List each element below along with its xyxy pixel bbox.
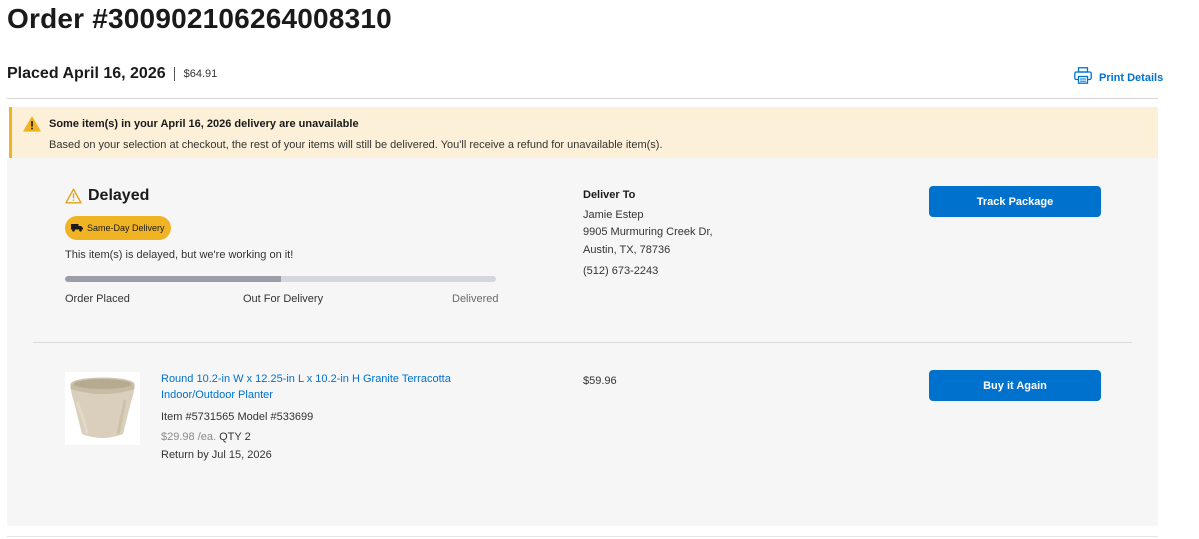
step-order-placed: Order Placed	[65, 293, 130, 305]
buy-it-again-button[interactable]: Buy it Again	[929, 370, 1101, 401]
progress-fill	[65, 276, 281, 282]
recipient-phone: (512) 673-2243	[583, 265, 659, 277]
recipient-name: Jamie Estep	[583, 209, 644, 221]
banner-title: Some item(s) in your April 16, 2026 deli…	[49, 118, 359, 130]
shipment-status: Delayed	[88, 187, 150, 204]
footer-divider	[7, 536, 1158, 537]
header-divider	[7, 98, 1158, 99]
print-details-label: Print Details	[1099, 72, 1164, 84]
printer-icon	[1074, 67, 1099, 89]
item-divider	[33, 342, 1132, 343]
unit-price: $29.98 /ea.	[161, 431, 217, 443]
badge-label: Same-Day Delivery	[87, 223, 165, 233]
product-ids: Item #5731565 Model #533699	[161, 411, 314, 423]
planter-image[interactable]	[65, 372, 140, 445]
address-street: 9905 Murmuring Creek Dr,	[583, 226, 713, 238]
unavailable-items-banner: Some item(s) in your April 16, 2026 deli…	[9, 107, 1158, 158]
order-title: Order #300902106264008310	[7, 3, 392, 34]
line-total: $59.96	[583, 375, 617, 387]
order-summary: Placed April 16, 2026 $64.91	[7, 65, 217, 83]
placed-date: Placed April 16, 2026	[7, 65, 166, 82]
step-out-for-delivery: Out For Delivery	[243, 293, 324, 305]
truck-icon	[71, 219, 87, 237]
shipment-panel: Delayed Same-Day Delivery This item(s) i…	[7, 158, 1158, 526]
same-day-delivery-badge: Same-Day Delivery	[65, 216, 171, 240]
address-city: Austin, TX, 78736	[583, 244, 671, 256]
summary-divider	[173, 67, 175, 81]
delivery-progress-bar	[65, 276, 496, 282]
banner-message: Based on your selection at checkout, the…	[49, 139, 663, 151]
quantity: QTY 2	[219, 431, 251, 443]
order-total: $64.91	[183, 68, 218, 80]
delay-message: This item(s) is delayed, but we're worki…	[65, 249, 294, 261]
product-title-link[interactable]: Round 10.2-in W x 12.25-in L x 10.2-in H…	[161, 371, 461, 403]
price-qty-line: $29.98 /ea. QTY 2	[161, 431, 251, 443]
deliver-to-heading: Deliver To	[583, 189, 636, 201]
step-delivered: Delivered	[452, 293, 499, 305]
warning-icon	[23, 116, 41, 132]
track-package-button[interactable]: Track Package	[929, 186, 1101, 217]
print-details-link[interactable]: Print Details	[1074, 67, 1163, 89]
return-by-date: Return by Jul 15, 2026	[161, 449, 272, 461]
warning-outline-icon	[65, 188, 82, 204]
